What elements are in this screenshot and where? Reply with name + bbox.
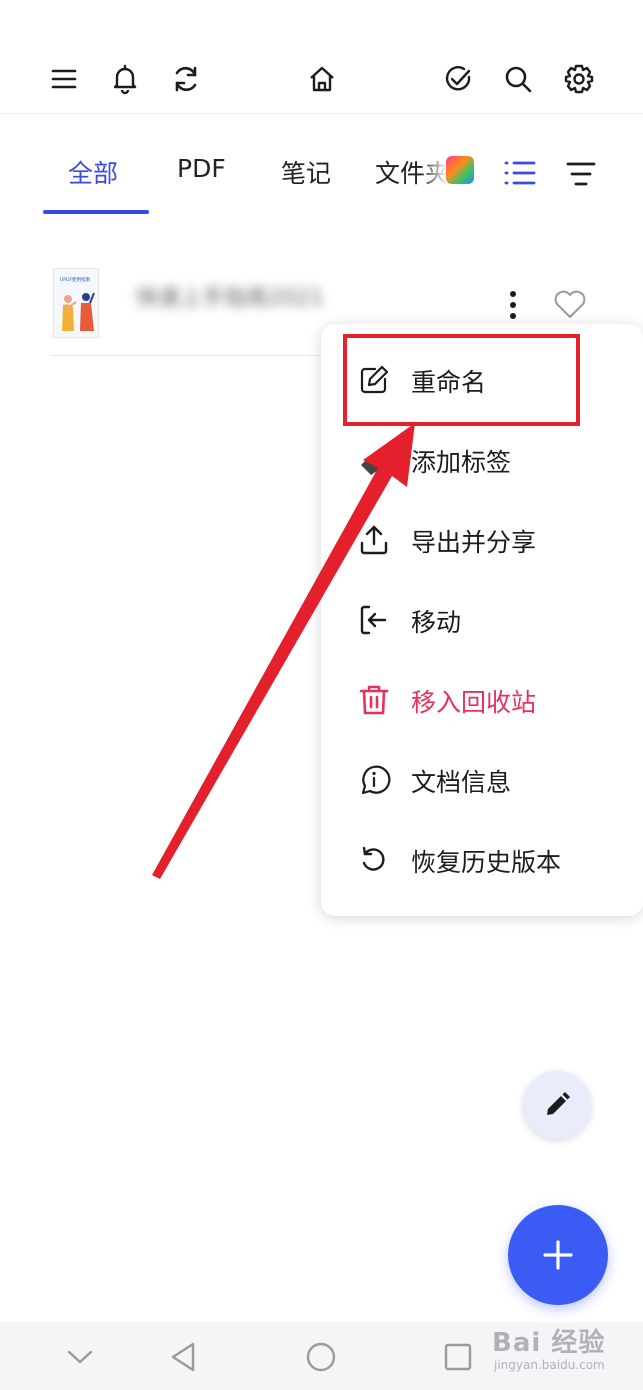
settings-gear-icon[interactable]: [558, 58, 600, 100]
menu-item-export-share[interactable]: 导出并分享: [321, 501, 643, 581]
watermark-url-text: jingyan.baidu.com: [494, 1358, 605, 1372]
menu-icon[interactable]: [43, 58, 85, 100]
menu-item-label: 添加标签: [411, 448, 512, 477]
chevron-down-icon[interactable]: [63, 1340, 97, 1374]
tab-bar: 全部 PDF 笔记 文件夹: [0, 140, 643, 216]
menu-item-restore-history[interactable]: 恢复历史版本: [321, 821, 643, 901]
menu-item-label: 移入回收站: [411, 688, 537, 717]
tab-pdf[interactable]: PDF: [177, 154, 226, 183]
list-view-icon[interactable]: [503, 158, 537, 188]
tab-notes[interactable]: 笔记: [281, 154, 331, 190]
tag-icon: [361, 453, 385, 475]
menu-item-add-tag[interactable]: 添加标签: [321, 421, 643, 501]
top-bar: [0, 0, 643, 114]
folder-badge-icon: [446, 156, 474, 184]
menu-item-document-info[interactable]: 文档信息: [321, 741, 643, 821]
bell-icon[interactable]: [104, 58, 146, 100]
share-icon: [360, 525, 388, 555]
sync-icon[interactable]: [165, 58, 207, 100]
tab-active-indicator: [43, 210, 149, 214]
menu-item-label: 文档信息: [411, 768, 512, 797]
history-icon: [362, 846, 385, 871]
menu-item-label: 导出并分享: [411, 528, 537, 557]
info-icon: [361, 765, 391, 795]
new-note-pen-button[interactable]: [523, 1071, 591, 1139]
favorite-heart-icon[interactable]: [552, 286, 588, 322]
document-title: 快速上手指南2021: [136, 286, 324, 311]
add-button[interactable]: [508, 1205, 608, 1305]
watermark-main-text: Bai 经验: [492, 1328, 606, 1358]
filter-sort-icon[interactable]: [565, 160, 597, 188]
home-icon[interactable]: [301, 58, 343, 100]
search-icon[interactable]: [497, 58, 539, 100]
task-check-icon[interactable]: [437, 58, 479, 100]
rename-highlight-box: [343, 334, 580, 426]
menu-item-move[interactable]: 移动: [321, 581, 643, 661]
move-icon: [360, 605, 387, 635]
plus-icon: [543, 1240, 573, 1270]
menu-item-label: 移动: [411, 608, 462, 637]
document-thumbnail: UPDF使用指南: [53, 268, 99, 338]
more-options-icon[interactable]: [500, 288, 526, 322]
tab-all[interactable]: 全部: [68, 154, 118, 190]
back-triangle-icon[interactable]: [167, 1340, 201, 1374]
home-circle-icon[interactable]: [304, 1340, 338, 1374]
tab-overflow-fade: [420, 150, 448, 190]
thumbnail-caption: UPDF使用指南: [60, 276, 91, 283]
baidu-jingyan-watermark: Bai 经验 jingyan.baidu.com: [492, 1318, 632, 1384]
menu-item-move-to-trash[interactable]: 移入回收站: [321, 661, 643, 741]
trash-icon: [359, 685, 389, 715]
recents-square-icon[interactable]: [441, 1340, 475, 1374]
pen-icon: [547, 1092, 570, 1115]
menu-item-label: 恢复历史版本: [411, 848, 562, 877]
